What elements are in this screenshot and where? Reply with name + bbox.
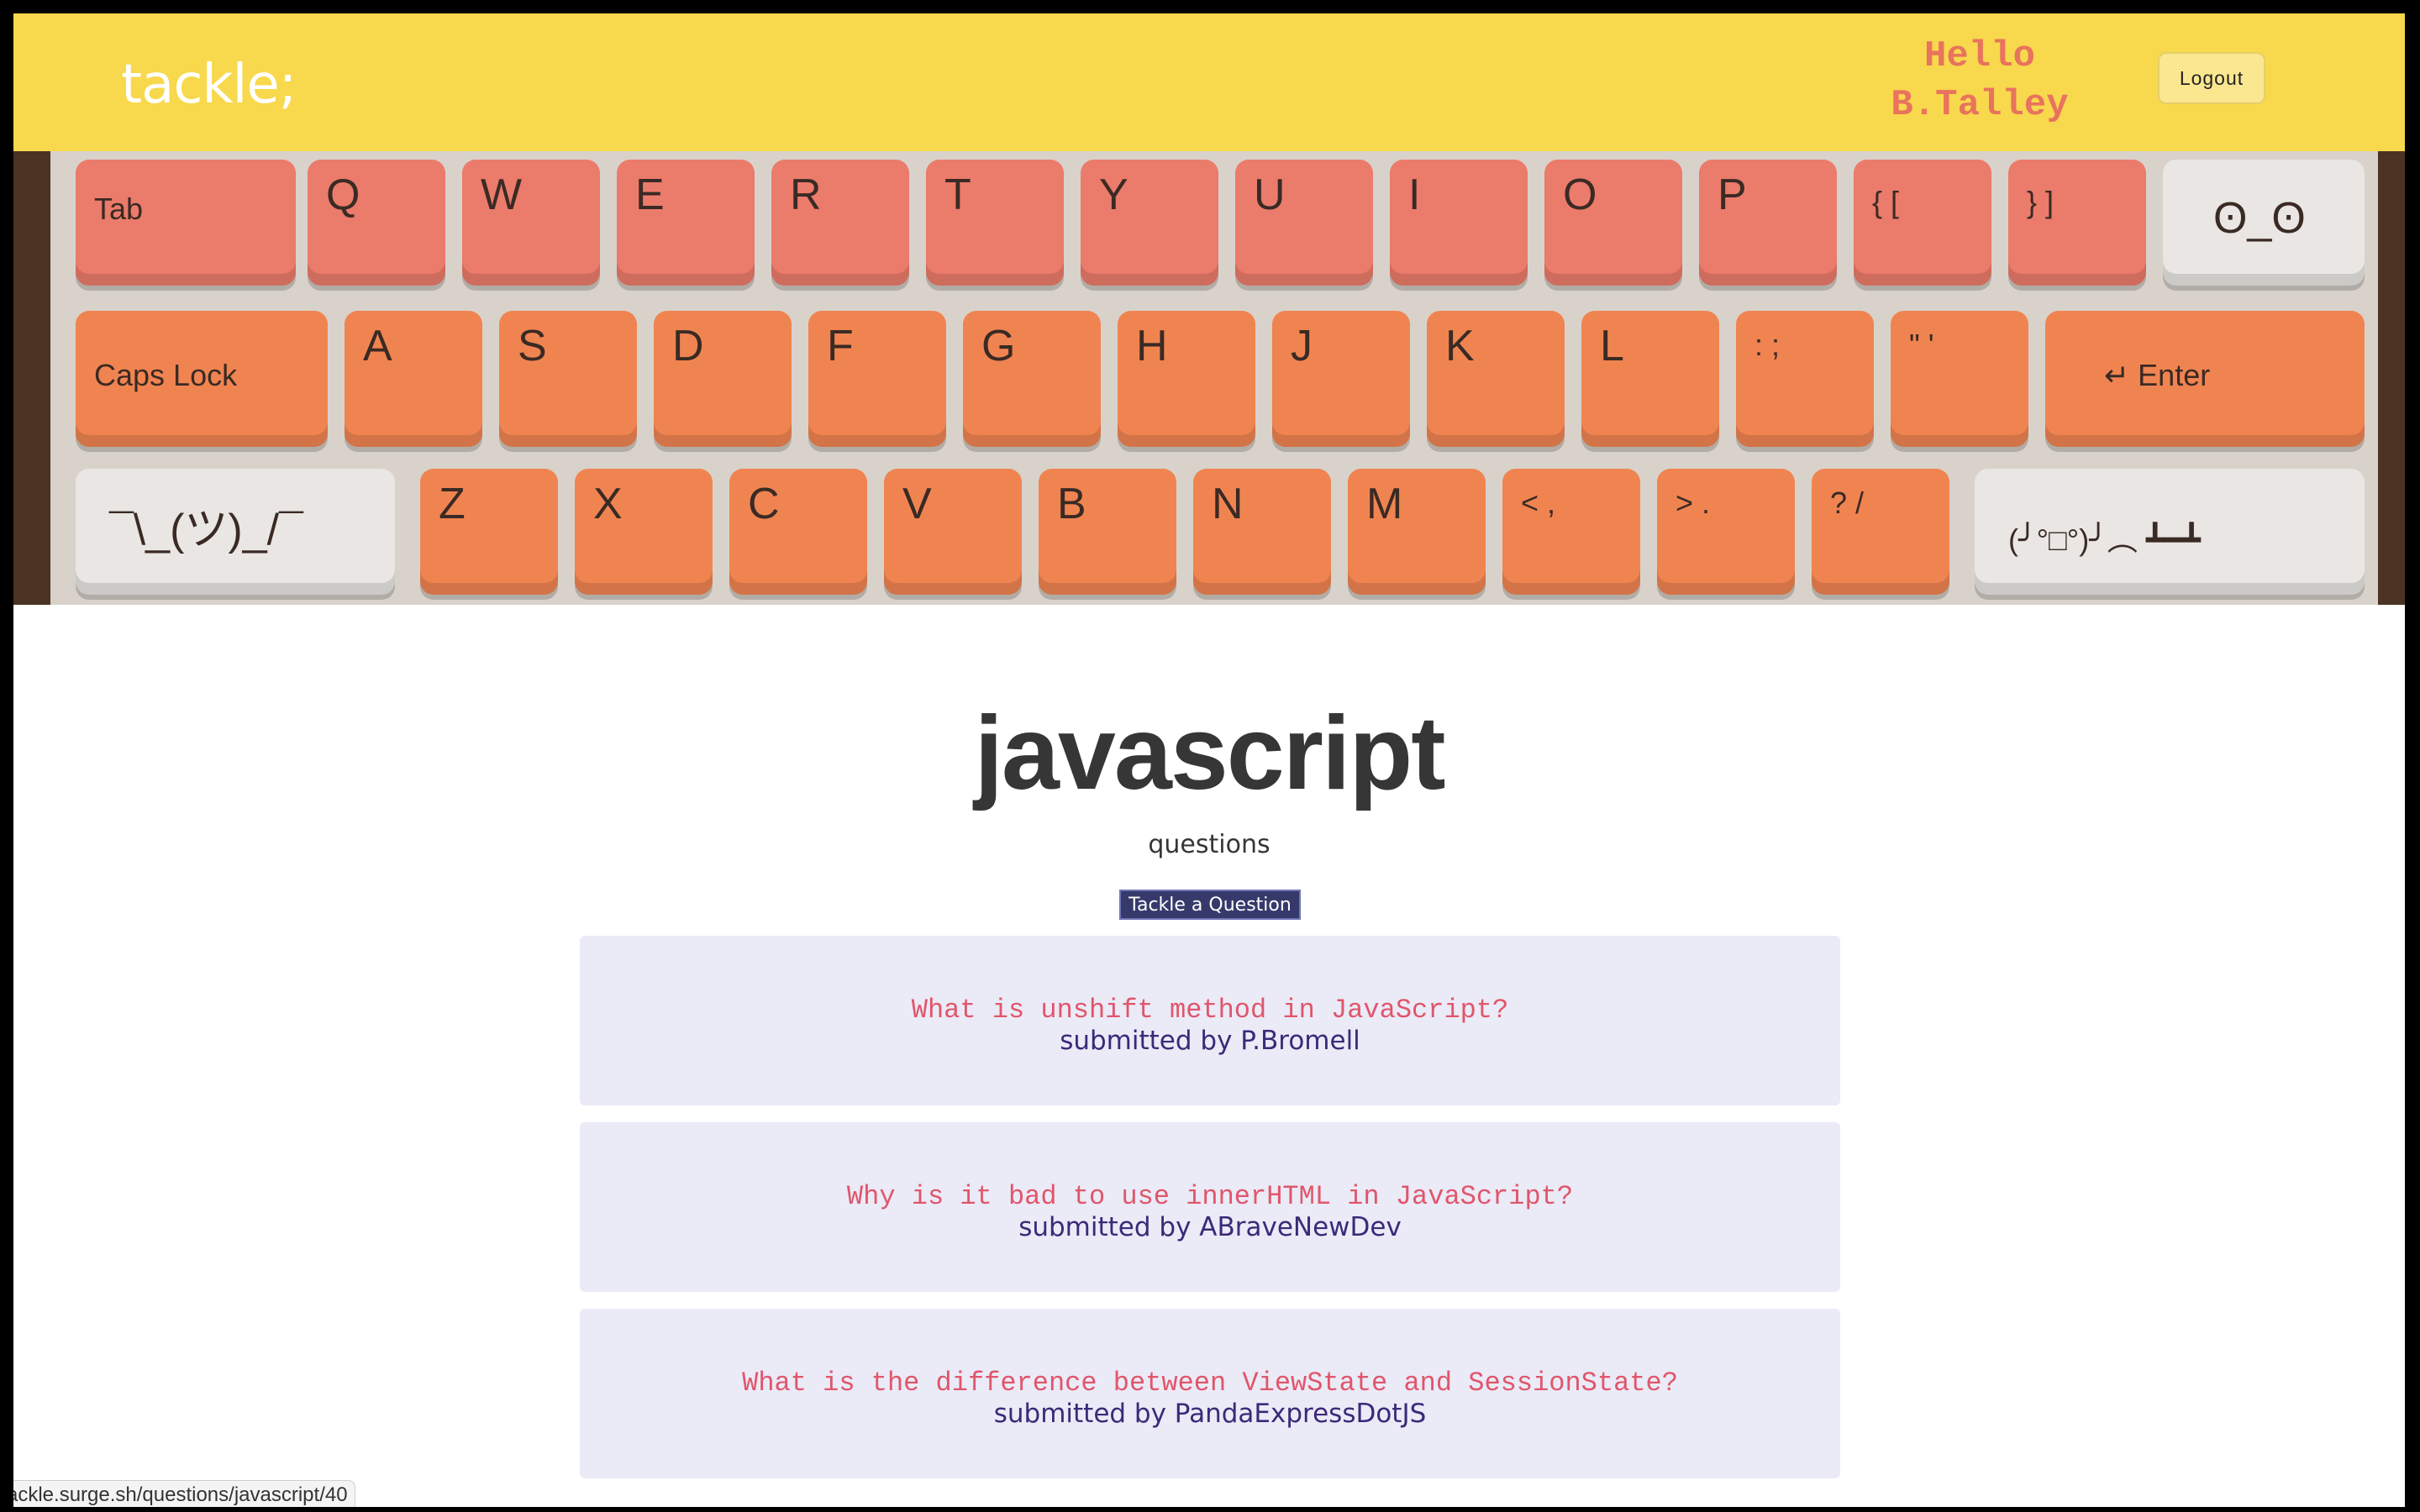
keyboard-plate: Tab Q W E R T Y U I O P { [ } ] ʘ_ʘ Caps… (50, 151, 2378, 605)
key-period: > . (1657, 469, 1795, 595)
key-x: X (575, 469, 713, 595)
question-title[interactable]: Why is it bad to use innerHTML in JavaSc… (847, 1182, 1573, 1212)
question-author: submitted by ABraveNewDev (1018, 1212, 1402, 1242)
key-g: G (963, 311, 1101, 447)
question-card[interactable]: What is the difference between ViewState… (580, 1309, 1840, 1478)
key-l: L (1581, 311, 1719, 447)
greeting-username: B.Talley (1891, 84, 2069, 126)
key-table-flip: (╯°□°)╯︵ ┻━┻ (1975, 469, 2365, 595)
question-title[interactable]: What is unshift method in JavaScript? (912, 995, 1509, 1026)
key-o: O (1544, 160, 1682, 286)
key-t: T (926, 160, 1064, 286)
key-bracket-right: } ] (2008, 160, 2146, 286)
key-bracket-left: { [ (1854, 160, 1991, 286)
question-card[interactable]: Why is it bad to use innerHTML in JavaSc… (580, 1122, 1840, 1292)
key-q: Q (308, 160, 445, 286)
question-author: submitted by PandaExpressDotJS (993, 1399, 1427, 1429)
user-greeting: Hello B.Talley (1845, 32, 2114, 129)
question-list: What is unshift method in JavaScript? su… (580, 936, 1840, 1495)
key-h: H (1118, 311, 1255, 447)
key-y: Y (1081, 160, 1218, 286)
key-shrug: ¯\_(ツ)_/¯ (76, 469, 395, 595)
browser-viewport: tackle; Hello B.Talley Logout Tab Q W E … (13, 13, 2405, 1507)
question-card[interactable]: What is unshift method in JavaScript? su… (580, 936, 1840, 1105)
key-slash: ? / (1812, 469, 1949, 595)
hero-keyboard-image: Tab Q W E R T Y U I O P { [ } ] ʘ_ʘ Caps… (13, 151, 2405, 605)
key-z: Z (420, 469, 558, 595)
key-quote: " ' (1891, 311, 2028, 447)
key-r: R (771, 160, 909, 286)
key-e: E (617, 160, 755, 286)
key-d: D (654, 311, 792, 447)
key-face: ʘ_ʘ (2163, 160, 2365, 286)
key-comma: < , (1502, 469, 1640, 595)
status-url: ackle.surge.sh/questions/javascript/40 (13, 1483, 348, 1506)
key-a: A (345, 311, 482, 447)
key-b: B (1039, 469, 1176, 595)
key-semicolon: : ; (1736, 311, 1874, 447)
key-p: P (1699, 160, 1837, 286)
key-i: I (1390, 160, 1528, 286)
site-logo[interactable]: tackle; (121, 54, 297, 116)
key-m: M (1348, 469, 1486, 595)
key-w: W (462, 160, 600, 286)
key-enter: ↵ Enter (2045, 311, 2365, 447)
site-header: tackle; Hello B.Talley Logout (13, 13, 2405, 151)
key-k: K (1427, 311, 1565, 447)
question-title[interactable]: What is the difference between ViewState… (742, 1368, 1678, 1399)
key-n: N (1193, 469, 1331, 595)
tackle-question-button[interactable]: Tackle a Question (1119, 890, 1301, 920)
key-caps-lock: Caps Lock (76, 311, 328, 447)
page-subtitle: questions (1148, 830, 1270, 859)
key-u: U (1235, 160, 1373, 286)
greeting-hello: Hello (1923, 35, 2036, 77)
key-v: V (884, 469, 1022, 595)
key-f: F (808, 311, 946, 447)
link-status-bar: ackle.surge.sh/questions/javascript/40 (13, 1480, 355, 1507)
logout-button[interactable]: Logout (2158, 52, 2265, 104)
key-s: S (499, 311, 637, 447)
key-c: C (729, 469, 867, 595)
key-j: J (1272, 311, 1410, 447)
page-title: javascript (974, 696, 1445, 811)
key-tab: Tab (76, 160, 296, 286)
question-author: submitted by P.Bromell (1060, 1026, 1360, 1056)
